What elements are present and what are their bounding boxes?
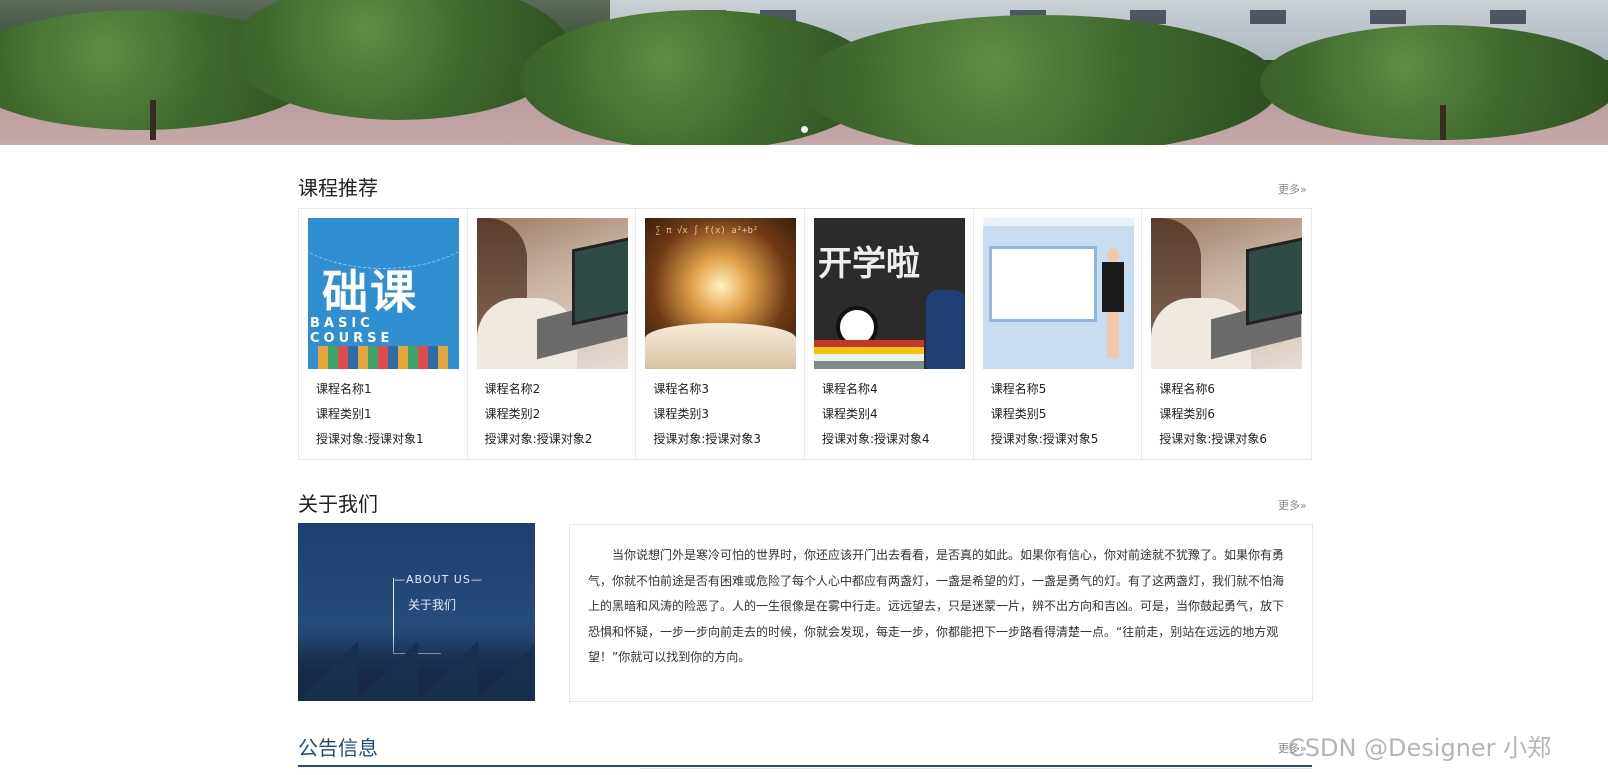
course-list: 础课 BASIC COURSE 课程名称1 课程类别1 授课对象:授课对象1 课… [298,208,1312,460]
hero-banner[interactable] [0,0,1608,145]
course-card[interactable]: 开学啦 课程名称4 课程类别4 授课对象:授课对象4 [805,209,974,459]
notice-divider [298,765,1312,767]
courses-more-link[interactable]: 更多» [1278,181,1307,197]
presenter-image[interactable] [982,218,1134,369]
banner-tree [1260,25,1608,140]
course-audience: 授课对象:授课对象2 [484,432,593,446]
thumb-basic-title: 础课 [322,265,418,319]
courses-section-title: 课程推荐 [298,176,378,200]
thumb-chalk-text: 开学啦 [818,244,921,284]
laptop-study-image[interactable] [476,218,628,369]
course-card[interactable]: 础课 BASIC COURSE 课程名称1 课程类别1 授课对象:授课对象1 [299,209,468,459]
course-category: 课程类别3 [653,407,709,421]
course-card[interactable]: 课程名称5 课程类别5 授课对象:授课对象5 [974,209,1143,459]
course-audience: 授课对象:授课对象6 [1159,432,1268,446]
course-category: 课程类别2 [484,407,541,421]
watermark: CSDN @Designer 小郑 [1288,734,1552,762]
basic-course-image[interactable]: 础课 BASIC COURSE [308,218,459,369]
notice-section-title: 公告信息 [298,736,378,760]
course-category: 课程类别1 [316,407,372,421]
course-card[interactable]: 课程名称2 课程类别2 授课对象:授课对象2 [468,209,637,459]
notice-divider-secondary [640,768,1312,769]
about-description: 当你说想门外是寒冷可怕的世界时，你还应该开门出去看看，是否真的如此。如果你有信心… [569,524,1313,702]
course-name[interactable]: 课程名称6 [1159,380,1215,397]
about-image: —ABOUT US— 关于我们 [298,523,535,701]
course-name[interactable]: 课程名称5 [991,380,1047,397]
thumb-basic-subtitle: BASIC COURSE [310,316,394,346]
about-section-title: 关于我们 [298,492,378,516]
course-category: 课程类别5 [990,407,1047,421]
course-audience: 授课对象:授课对象3 [653,432,762,446]
about-image-en-label: —ABOUT US— [394,573,483,586]
laptop-study-image[interactable] [1151,218,1303,369]
course-card[interactable]: 课程名称6 课程类别6 授课对象:授课对象6 [1142,209,1311,459]
course-name[interactable]: 课程名称1 [316,380,372,397]
about-image-cn-label: 关于我们 [408,598,457,612]
course-audience: 授课对象:授课对象5 [990,432,1099,446]
about-more-link[interactable]: 更多» [1278,497,1307,513]
course-card[interactable]: ∑ π √x ∫ f(x) a²+b² 课程名称3 课程类别3 授课对象:授课对… [636,209,806,459]
course-category: 课程类别4 [822,407,878,421]
course-name[interactable]: 课程名称3 [653,380,709,397]
course-name[interactable]: 课程名称2 [485,380,541,397]
open-book-image[interactable]: ∑ π √x ∫ f(x) a²+b² [645,218,797,369]
chalkboard-image[interactable]: 开学啦 [814,218,966,369]
course-category: 课程类别6 [1159,407,1215,421]
carousel-indicator [0,126,1608,133]
course-audience: 授课对象:授课对象1 [316,432,424,446]
course-name[interactable]: 课程名称4 [822,380,878,397]
carousel-dot[interactable] [800,126,808,133]
course-audience: 授课对象:授课对象4 [822,432,930,446]
